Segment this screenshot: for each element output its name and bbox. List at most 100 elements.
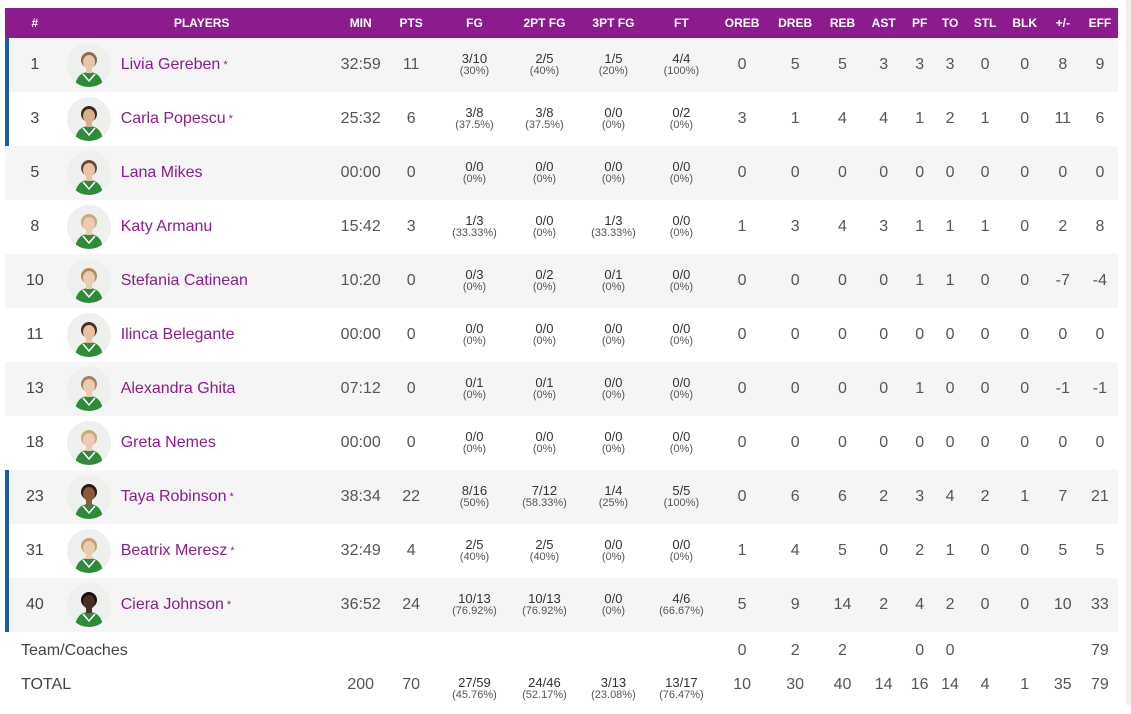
player-avatar[interactable] (66, 43, 111, 87)
starter-asterisk-icon: * (230, 545, 235, 557)
to-cell: 1 (945, 218, 955, 235)
minutes: 00:00 (340, 164, 381, 181)
player-avatar[interactable] (66, 205, 111, 249)
oreb-cell: 0 (737, 272, 747, 289)
col-ft-header[interactable]: FT (647, 8, 715, 38)
fg2-cell-made-attempted: 0/1 (535, 375, 554, 390)
fg3-cell: 0/0 (0%) (579, 362, 647, 416)
player-name-link[interactable]: Ciera Johnson (121, 596, 224, 614)
col-players-header[interactable]: PLAYERS (65, 8, 339, 38)
player-name-link[interactable]: Alexandra Ghita (121, 380, 236, 398)
col-dreb-header[interactable]: DREB (769, 8, 822, 38)
col-2pt-fg-header[interactable]: 2PT FG (509, 8, 579, 38)
player-avatar[interactable] (66, 151, 111, 195)
reb-cell: 4 (838, 218, 847, 235)
ast-cell: 4 (879, 110, 889, 127)
scrollbar[interactable] (1126, 0, 1131, 705)
reb-cell: 0 (838, 380, 847, 397)
points: 0 (406, 272, 416, 289)
fg2-cell-percentage: (0%) (532, 443, 557, 455)
fg3-cell: 0/0 (0%) (579, 146, 647, 200)
fg3-cell-percentage: (0%) (601, 335, 626, 347)
col-min-header[interactable]: MIN (339, 8, 383, 38)
fg-cell: 2/5 (40%) (439, 524, 509, 578)
player-name-link[interactable]: Beatrix Meresz (121, 542, 228, 560)
oreb-cell: 1 (737, 542, 747, 559)
team-eff-cell: 79 (1091, 642, 1109, 659)
col-eff-header[interactable]: EFF (1082, 8, 1118, 38)
ft-cell-made-attempted: 0/0 (672, 267, 691, 282)
fg-cell-percentage: (0%) (462, 443, 487, 455)
fg-cell-percentage: (76.92%) (452, 605, 497, 617)
minutes: 38:34 (340, 488, 381, 505)
oreb-cell: 3 (737, 110, 747, 127)
starter-asterisk-icon: * (228, 113, 233, 125)
player-cell: Stefania Catinean (65, 254, 339, 308)
player-name-link[interactable]: Taya Robinson (121, 488, 227, 506)
player-avatar[interactable] (66, 421, 111, 465)
eff-cell: 0 (1095, 164, 1105, 181)
player-avatar[interactable] (66, 529, 111, 573)
col-reb-header[interactable]: REB (821, 8, 863, 38)
col-num-header[interactable]: # (5, 8, 65, 38)
col-ast-header[interactable]: AST (864, 8, 904, 38)
pf-cell: 1 (915, 272, 925, 289)
ft-cell: 0/0 (0%) (647, 416, 715, 470)
total-fg-cell-percentage: (45.76%) (452, 689, 497, 701)
total-minutes: 200 (347, 676, 375, 693)
col-plus-minus-header[interactable]: +/- (1044, 8, 1082, 38)
player-cell: Ciera Johnson * (65, 578, 339, 632)
player-row: 40 Ciera Johnson * 36:52 24 10/13 (76.92%) 10/1… (5, 578, 1118, 632)
player-name-link[interactable]: Ilinca Belegante (121, 326, 235, 344)
minutes: 00:00 (340, 434, 381, 451)
jersey-number: 13 (25, 380, 44, 397)
total-fg-cell-made-attempted: 27/59 (458, 675, 491, 690)
player-avatar[interactable] (66, 259, 111, 303)
ft-cell-percentage: (0%) (669, 173, 693, 185)
col-oreb-header[interactable]: OREB (715, 8, 769, 38)
fg3-cell: 0/0 (0%) (579, 524, 647, 578)
box-score-table: # PLAYERS MIN PTS FG 2PT FG 3PT FG FT OREB DREB RE… (5, 8, 1118, 714)
player-avatar[interactable] (66, 583, 111, 627)
ft-cell-percentage: (0%) (669, 389, 693, 401)
fg2-cell-percentage: (0%) (532, 281, 557, 293)
col-to-header[interactable]: TO (936, 8, 965, 38)
total-fg3-cell-made-attempted: 3/13 (600, 675, 627, 690)
player-name-link[interactable]: Lana Mikes (121, 164, 203, 182)
oreb-cell: 0 (737, 164, 747, 181)
total-stl-cell: 4 (980, 676, 990, 693)
col-pts-header[interactable]: PTS (383, 8, 440, 38)
player-cell: Beatrix Meresz * (65, 524, 339, 578)
player-name-link[interactable]: Katy Armanu (121, 218, 213, 236)
fg-cell-percentage: (30%) (459, 65, 490, 77)
col-pf-header[interactable]: PF (904, 8, 936, 38)
player-name-link[interactable]: Carla Popescu (121, 110, 226, 128)
total-to-cell: 14 (941, 676, 959, 693)
eff-cell: 33 (1091, 596, 1109, 613)
player-name-link[interactable]: Greta Nemes (121, 434, 216, 452)
fg3-cell: 0/0 (0%) (579, 578, 647, 632)
col-3pt-fg-header[interactable]: 3PT FG (579, 8, 647, 38)
pm-cell: 0 (1058, 326, 1068, 343)
total-fg3-cell: 3/13 (23.08%) (579, 670, 647, 714)
col-blk-header[interactable]: BLK (1006, 8, 1044, 38)
ft-cell-percentage: (0%) (669, 227, 693, 239)
col-stl-header[interactable]: STL (964, 8, 1005, 38)
fg3-cell-made-attempted: 1/4 (604, 483, 623, 498)
fg-cell: 3/10 (30%) (439, 38, 509, 92)
player-name-link[interactable]: Stefania Catinean (121, 272, 248, 290)
ft-cell-made-attempted: 0/0 (672, 159, 691, 174)
player-name-link[interactable]: Livia Gereben (121, 56, 221, 74)
player-avatar[interactable] (66, 313, 111, 357)
player-avatar[interactable] (66, 97, 111, 141)
starter-asterisk-icon: * (223, 59, 228, 71)
col-fg-header[interactable]: FG (439, 8, 509, 38)
stl-cell: 0 (980, 542, 990, 559)
player-row: 8 Katy Armanu 15:42 3 1/3 (33.33%) 0/0 (0%) 1/3(… (5, 200, 1118, 254)
player-row: 23 Taya Robinson * 38:34 22 8/16 (50%) 7/12 (58.… (5, 470, 1118, 524)
player-avatar[interactable] (66, 475, 111, 519)
player-avatar[interactable] (66, 367, 111, 411)
total-oreb-cell: 10 (733, 676, 752, 693)
blk-cell: 0 (1020, 164, 1030, 181)
minutes: 36:52 (340, 596, 381, 613)
